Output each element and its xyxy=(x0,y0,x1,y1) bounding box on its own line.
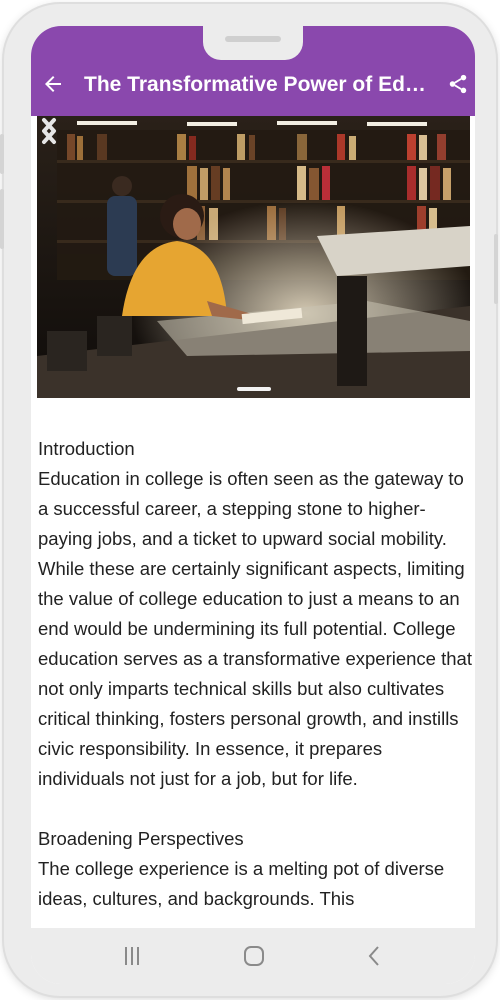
image-carousel[interactable] xyxy=(37,116,470,398)
system-nav-bar xyxy=(31,928,475,984)
section-heading: Broadening Perspectives xyxy=(38,828,244,849)
share-icon[interactable] xyxy=(447,73,469,95)
recent-apps-icon[interactable] xyxy=(120,944,144,968)
screen: The Transformative Power of Education in… xyxy=(31,26,475,984)
app-bar: The Transformative Power of Education in… xyxy=(31,26,475,116)
home-icon[interactable] xyxy=(242,944,266,968)
section-heading: Introduction xyxy=(38,438,135,459)
section-body: The college experience is a melting pot … xyxy=(38,858,445,909)
speaker-grille xyxy=(225,36,281,42)
arrow-left-icon[interactable] xyxy=(41,72,65,96)
student-studying-in-library-photo xyxy=(37,116,470,398)
article-section: Broadening Perspectives The college expe… xyxy=(38,824,473,914)
chevron-right-icon[interactable] xyxy=(37,116,61,146)
section-body: Education in college is often seen as th… xyxy=(38,468,472,789)
carousel-indicator[interactable] xyxy=(237,387,271,391)
power-button xyxy=(494,234,498,304)
page-title: The Transformative Power of Education in… xyxy=(84,73,436,96)
back-icon[interactable] xyxy=(363,944,387,968)
volume-button-2 xyxy=(0,189,4,249)
article-section: Introduction Education in college is oft… xyxy=(38,434,473,794)
volume-button xyxy=(0,134,4,174)
article-body: Introduction Education in college is oft… xyxy=(38,434,473,944)
camera-notch xyxy=(203,26,303,60)
phone-frame: The Transformative Power of Education in… xyxy=(0,4,498,996)
